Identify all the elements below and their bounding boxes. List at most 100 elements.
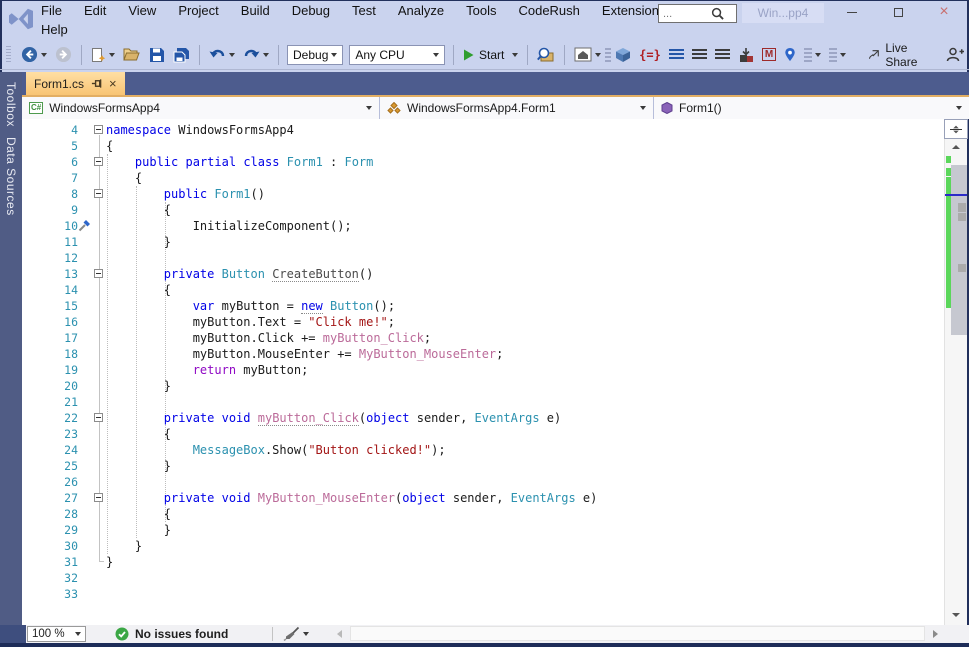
code-line[interactable]: 30 } <box>22 538 944 554</box>
line-number[interactable]: 6 <box>22 154 78 170</box>
code-line[interactable]: 7 { <box>22 170 944 186</box>
code-line[interactable]: 15 var myButton = new Button(); <box>22 298 944 314</box>
line-number[interactable]: 5 <box>22 138 78 154</box>
pin-icon[interactable] <box>91 78 102 89</box>
horizontal-scrollbar-track[interactable] <box>350 626 925 641</box>
menu-item-view[interactable]: View <box>117 3 167 18</box>
code-line[interactable]: 12 <box>22 250 944 266</box>
send-feedback-button[interactable] <box>943 45 968 64</box>
fold-collapse-button[interactable] <box>94 269 103 278</box>
configuration-select[interactable]: Debug <box>287 45 343 65</box>
minimize-button[interactable] <box>836 2 868 22</box>
vertical-scrollbar[interactable] <box>944 119 967 625</box>
line-number[interactable]: 24 <box>22 442 78 458</box>
code-line[interactable]: 4namespace WindowsFormsApp4 <box>22 122 944 138</box>
menu-item-project[interactable]: Project <box>167 3 229 18</box>
fold-collapse-button[interactable] <box>94 493 103 502</box>
code-line[interactable]: 8 public Form1() <box>22 186 944 202</box>
menu-item-help[interactable]: Help <box>30 22 79 37</box>
line-number[interactable]: 13 <box>22 266 78 282</box>
scroll-down-button[interactable] <box>952 613 960 617</box>
redo-button[interactable] <box>240 45 272 64</box>
project-select[interactable]: C# WindowsFormsApp4 <box>22 97 380 119</box>
code-line[interactable]: 31} <box>22 554 944 570</box>
code-definition-button[interactable]: {=} <box>636 46 664 64</box>
indent-button[interactable] <box>712 47 733 62</box>
code-line[interactable]: 6 public partial class Form1 : Form <box>22 154 944 170</box>
code-line[interactable]: 5{ <box>22 138 944 154</box>
code-line[interactable]: 29 } <box>22 522 944 538</box>
navigate-back-button[interactable] <box>18 44 50 65</box>
line-number[interactable]: 11 <box>22 234 78 250</box>
find-in-files-button[interactable] <box>534 45 558 64</box>
sidebar-tab-data-sources[interactable]: Data Sources <box>4 137 18 216</box>
menu-item-file[interactable]: File <box>30 3 73 18</box>
navigate-forward-button[interactable] <box>52 44 75 65</box>
hscroll-right-button[interactable] <box>933 630 938 638</box>
code-editor[interactable]: 4namespace WindowsFormsApp45{6 public pa… <box>22 119 944 625</box>
line-number[interactable]: 27 <box>22 490 78 506</box>
hscroll-left-button[interactable] <box>337 630 342 638</box>
line-number[interactable]: 29 <box>22 522 78 538</box>
column-options-button[interactable] <box>801 46 824 64</box>
line-number[interactable]: 21 <box>22 394 78 410</box>
line-number[interactable]: 19 <box>22 362 78 378</box>
scrollbar-thumb[interactable] <box>951 165 967 335</box>
quick-action-screwdriver-icon[interactable] <box>78 219 91 232</box>
menu-item-build[interactable]: Build <box>230 3 281 18</box>
code-line[interactable]: 14 { <box>22 282 944 298</box>
line-number[interactable]: 4 <box>22 122 78 138</box>
column-options-button-2[interactable] <box>826 46 849 64</box>
zoom-select[interactable]: 100 % <box>27 626 86 642</box>
line-number[interactable]: 23 <box>22 426 78 442</box>
platform-select[interactable]: Any CPU <box>349 45 445 65</box>
home-view-button[interactable] <box>571 45 604 64</box>
line-number[interactable]: 31 <box>22 554 78 570</box>
member-select[interactable]: Form1() <box>654 97 969 119</box>
document-tab-form1[interactable]: Form1.cs × <box>26 72 125 95</box>
type-select[interactable]: WindowsFormsApp4.Form1 <box>380 97 654 119</box>
undo-button[interactable] <box>206 45 238 64</box>
menu-item-analyze[interactable]: Analyze <box>387 3 455 18</box>
code-line[interactable]: 24 MessageBox.Show("Button clicked!"); <box>22 442 944 458</box>
map-pin-button[interactable] <box>781 45 799 64</box>
code-line[interactable]: 28 { <box>22 506 944 522</box>
code-cleanup-button[interactable] <box>283 626 309 641</box>
code-line[interactable]: 20 } <box>22 378 944 394</box>
markdown-button[interactable]: M <box>759 46 779 63</box>
code-line[interactable]: 11 } <box>22 234 944 250</box>
line-number[interactable]: 26 <box>22 474 78 490</box>
line-number[interactable]: 16 <box>22 314 78 330</box>
code-line[interactable]: 13 private Button CreateButton() <box>22 266 944 282</box>
line-number[interactable]: 17 <box>22 330 78 346</box>
fold-collapse-button[interactable] <box>94 125 103 134</box>
fold-collapse-button[interactable] <box>94 157 103 166</box>
code-line[interactable]: 17 myButton.Click += myButton_Click; <box>22 330 944 346</box>
line-number[interactable]: 15 <box>22 298 78 314</box>
editor-split-handle[interactable] <box>944 119 968 139</box>
code-line[interactable]: 23 { <box>22 426 944 442</box>
open-file-button[interactable] <box>120 45 144 64</box>
quick-search-box[interactable] <box>658 4 737 23</box>
close-button[interactable]: × <box>928 2 960 22</box>
line-number[interactable]: 9 <box>22 202 78 218</box>
import-button[interactable] <box>735 45 757 65</box>
menu-item-tools[interactable]: Tools <box>455 3 507 18</box>
code-line[interactable]: 18 myButton.MouseEnter += MyButton_Mouse… <box>22 346 944 362</box>
line-number[interactable]: 28 <box>22 506 78 522</box>
code-line[interactable]: 27 private void MyButton_MouseEnter(obje… <box>22 490 944 506</box>
menu-item-coderush[interactable]: CodeRush <box>507 3 590 18</box>
code-line[interactable]: 21 <box>22 394 944 410</box>
menu-item-test[interactable]: Test <box>341 3 387 18</box>
line-number[interactable]: 7 <box>22 170 78 186</box>
scroll-up-button[interactable] <box>952 145 960 149</box>
menu-item-debug[interactable]: Debug <box>281 3 341 18</box>
menu-item-edit[interactable]: Edit <box>73 3 117 18</box>
fold-collapse-button[interactable] <box>94 413 103 422</box>
code-line[interactable]: 33 <box>22 586 944 602</box>
list-members-button[interactable] <box>666 47 687 62</box>
issues-status[interactable]: No issues found <box>115 625 228 643</box>
package-button[interactable] <box>612 45 634 65</box>
live-share-button[interactable]: Live Share <box>868 41 929 69</box>
line-number[interactable]: 22 <box>22 410 78 426</box>
